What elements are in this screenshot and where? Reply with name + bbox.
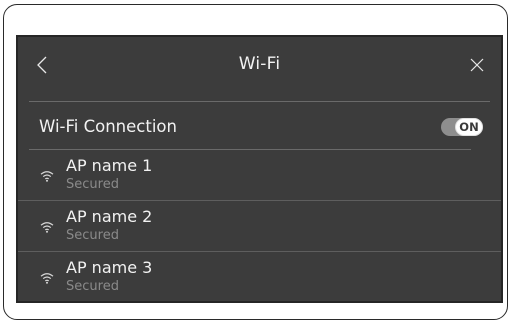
toggle-knob: ON	[455, 118, 483, 136]
ap-item-3[interactable]: AP name 3 Secured	[18, 252, 501, 301]
page-title: Wi-Fi	[238, 54, 281, 74]
ap-name: AP name 3	[66, 258, 153, 277]
ap-item-1[interactable]: AP name 1 Secured	[18, 150, 501, 201]
wifi-icon	[40, 222, 54, 233]
wifi-connection-label: Wi-Fi Connection	[39, 117, 177, 136]
header: Wi-Fi	[18, 37, 501, 101]
ap-security: Secured	[66, 177, 119, 192]
ap-name: AP name 1	[66, 156, 153, 175]
wifi-toggle[interactable]: ON	[441, 118, 483, 136]
close-icon	[470, 58, 484, 72]
wifi-connection-row: Wi-Fi Connection ON	[18, 102, 501, 150]
ap-name: AP name 2	[66, 207, 153, 226]
ap-security: Secured	[66, 279, 119, 294]
close-button[interactable]	[459, 45, 495, 85]
ap-item-2[interactable]: AP name 2 Secured	[18, 201, 501, 252]
device-frame: Wi-Fi Wi-Fi Connection ON AP name 1 Secu…	[3, 4, 508, 320]
wifi-icon	[40, 171, 54, 182]
ap-list: AP name 1 Secured AP name 2 Secured AP n…	[18, 150, 501, 301]
wifi-screen: Wi-Fi Wi-Fi Connection ON AP name 1 Secu…	[16, 35, 503, 303]
ap-security: Secured	[66, 228, 119, 243]
wifi-icon	[40, 273, 54, 284]
